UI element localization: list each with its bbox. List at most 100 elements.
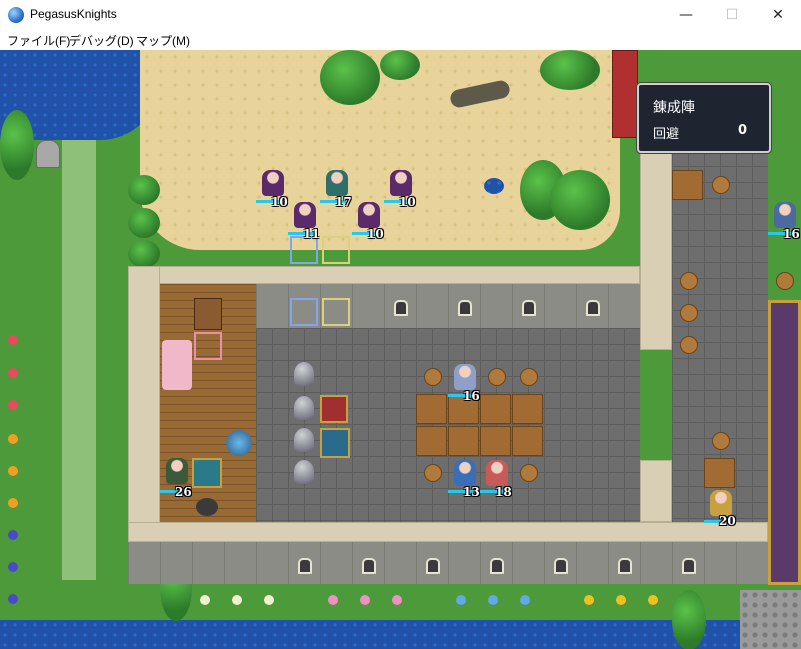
armor-stand bbox=[294, 460, 314, 484]
pink-bed bbox=[162, 340, 192, 390]
stool bbox=[520, 368, 538, 386]
flower bbox=[8, 594, 18, 604]
enemy-unit[interactable] bbox=[390, 170, 412, 196]
castle-window bbox=[586, 300, 600, 316]
flower bbox=[584, 595, 594, 605]
flower bbox=[8, 434, 18, 444]
selection-cursor-pink[interactable] bbox=[194, 332, 222, 360]
castle-wall-top bbox=[128, 266, 640, 284]
flower bbox=[520, 595, 530, 605]
stool bbox=[712, 432, 730, 450]
flower bbox=[456, 595, 466, 605]
castle-wall-left bbox=[128, 266, 160, 556]
castle-window bbox=[458, 300, 472, 316]
table-tile bbox=[480, 426, 511, 456]
selection-cursor-yellow[interactable] bbox=[322, 298, 350, 326]
castle-wall-bottom bbox=[128, 522, 768, 542]
treasure-chest[interactable] bbox=[320, 395, 348, 423]
stool bbox=[424, 464, 442, 482]
stool bbox=[680, 272, 698, 290]
castle-window bbox=[522, 300, 536, 316]
alchemy-circle[interactable] bbox=[320, 428, 350, 458]
menu-file[interactable]: ファイル(F) bbox=[7, 32, 70, 49]
stool bbox=[520, 464, 538, 482]
unit-hp-label: 10 bbox=[399, 195, 416, 209]
npc-unit[interactable] bbox=[774, 202, 796, 228]
castle-window bbox=[618, 558, 632, 574]
alchemy-circle[interactable] bbox=[192, 458, 222, 488]
flower bbox=[8, 466, 18, 476]
red-banner bbox=[612, 50, 638, 138]
minimize-button[interactable]: — bbox=[663, 0, 709, 30]
unit-hp-label: 11 bbox=[303, 227, 320, 241]
enemy-unit[interactable] bbox=[294, 202, 316, 228]
flower bbox=[328, 595, 338, 605]
flower bbox=[8, 400, 18, 410]
evasion-value: 0 bbox=[737, 123, 747, 138]
maximize-button[interactable]: ☐ bbox=[709, 0, 755, 30]
tree bbox=[540, 50, 600, 90]
terrain-name: 錬成陣 bbox=[653, 100, 695, 116]
flower bbox=[8, 368, 18, 378]
table-tile bbox=[704, 458, 735, 488]
stone-ground bbox=[740, 590, 801, 649]
castle-window bbox=[298, 558, 312, 574]
tree bbox=[320, 50, 380, 105]
window-title: PegasusKnights bbox=[30, 7, 117, 21]
purple-carpet bbox=[768, 300, 801, 585]
stool bbox=[424, 368, 442, 386]
terrain-info-panel: 錬成陣 回避 0 bbox=[637, 83, 771, 153]
armor-stand bbox=[294, 428, 314, 452]
flower bbox=[200, 595, 210, 605]
unit-hp-label: 18 bbox=[495, 485, 512, 499]
stool bbox=[680, 304, 698, 322]
ally-unit[interactable] bbox=[486, 460, 508, 486]
dirt-path bbox=[62, 140, 96, 580]
unit-hp-label: 17 bbox=[335, 195, 352, 209]
unit-hp-label: 16 bbox=[463, 389, 480, 403]
npc-unit[interactable] bbox=[710, 490, 732, 516]
enemy-unit[interactable] bbox=[358, 202, 380, 228]
tree bbox=[550, 170, 610, 230]
castle-wall-right bbox=[640, 150, 672, 350]
table-tile bbox=[512, 394, 543, 424]
evasion-label: 回避 bbox=[653, 127, 680, 142]
window-titlebar: PegasusKnights — ☐ ✕ bbox=[0, 0, 801, 30]
npc-unit[interactable] bbox=[166, 458, 188, 484]
tree bbox=[0, 110, 34, 180]
enemy-unit[interactable] bbox=[326, 170, 348, 196]
enemy-unit[interactable] bbox=[262, 170, 284, 196]
ally-unit[interactable] bbox=[454, 460, 476, 486]
table-tile bbox=[672, 170, 703, 200]
flower bbox=[616, 595, 626, 605]
small-pond bbox=[484, 178, 504, 194]
close-button[interactable]: ✕ bbox=[755, 0, 801, 30]
flower bbox=[648, 595, 658, 605]
stool bbox=[712, 176, 730, 194]
cauldron bbox=[196, 498, 218, 516]
app-globe-icon bbox=[8, 7, 24, 23]
stool bbox=[680, 336, 698, 354]
bush bbox=[128, 175, 160, 205]
unit-hp-label: 20 bbox=[719, 514, 736, 528]
selection-cursor-yellow[interactable] bbox=[322, 236, 350, 264]
castle-window bbox=[554, 558, 568, 574]
ally-unit[interactable] bbox=[454, 364, 476, 390]
selection-cursor-blue[interactable] bbox=[290, 298, 318, 326]
castle-window bbox=[394, 300, 408, 316]
bookshelf bbox=[194, 298, 222, 330]
armor-stand bbox=[294, 362, 314, 386]
menu-bar: ファイル(F) デバッグ(D) マップ(M) bbox=[0, 30, 801, 51]
armor-stand bbox=[294, 396, 314, 420]
stool bbox=[488, 368, 506, 386]
castle-pillar bbox=[640, 460, 672, 522]
table-tile bbox=[480, 394, 511, 424]
table-tile bbox=[416, 426, 447, 456]
castle-window bbox=[682, 558, 696, 574]
menu-debug[interactable]: デバッグ(D) bbox=[69, 32, 134, 49]
crystal-orb bbox=[226, 430, 252, 456]
game-map[interactable]: 10 17 10 11 10 16 13 18 26 16 20 錬成陣 回避 … bbox=[0, 50, 801, 649]
bush bbox=[128, 240, 160, 268]
unit-hp-label: 16 bbox=[783, 227, 800, 241]
menu-map[interactable]: マップ(M) bbox=[136, 32, 190, 49]
